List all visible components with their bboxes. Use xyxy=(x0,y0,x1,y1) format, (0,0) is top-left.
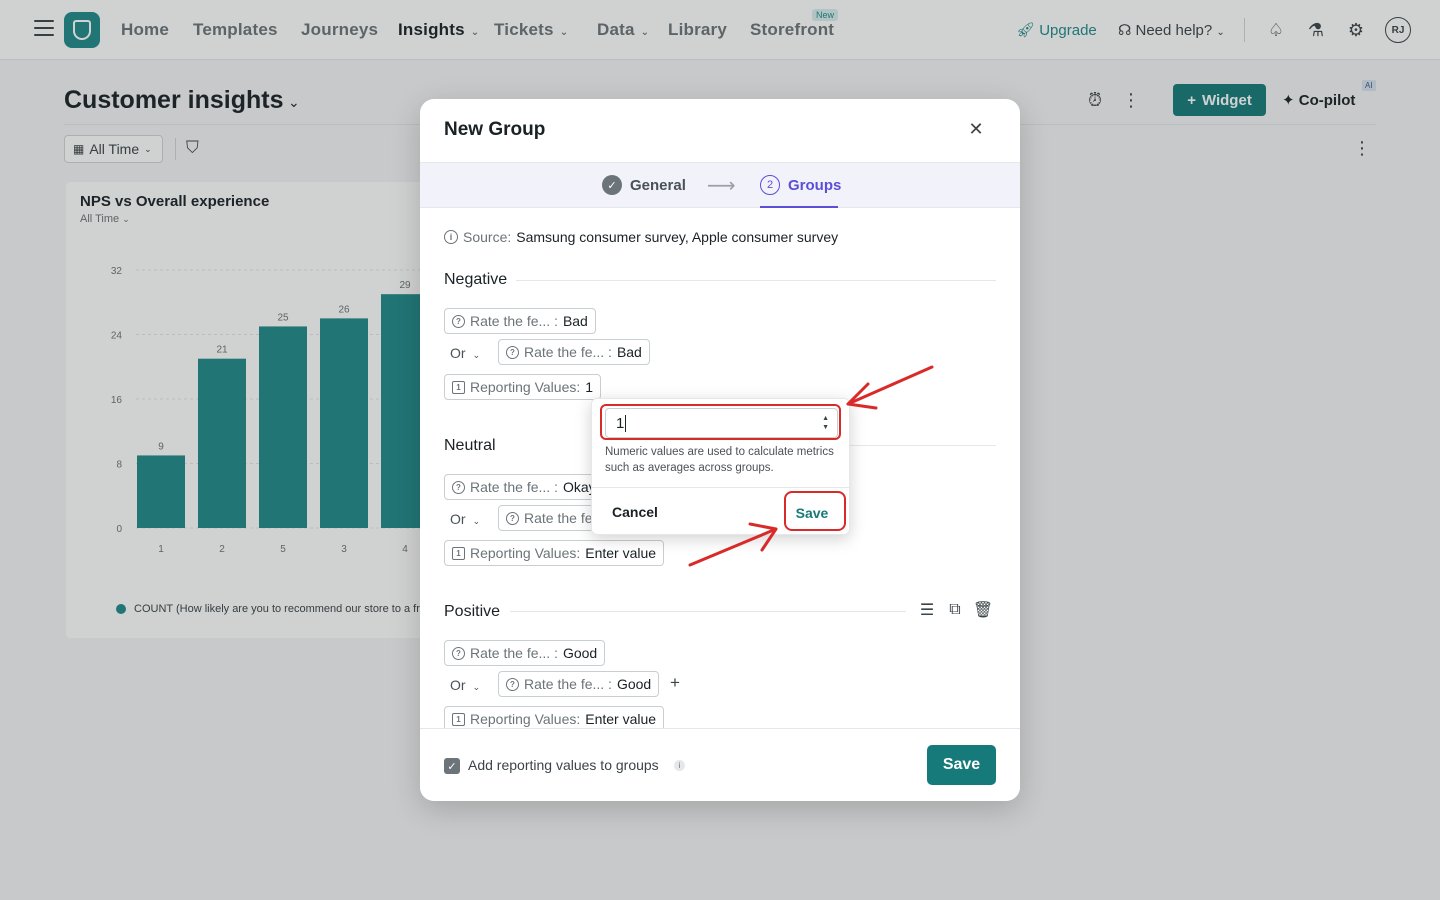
annotation-arrows xyxy=(688,365,934,567)
annotation-arrowhead xyxy=(846,382,878,410)
annotation-arrow xyxy=(846,365,934,406)
